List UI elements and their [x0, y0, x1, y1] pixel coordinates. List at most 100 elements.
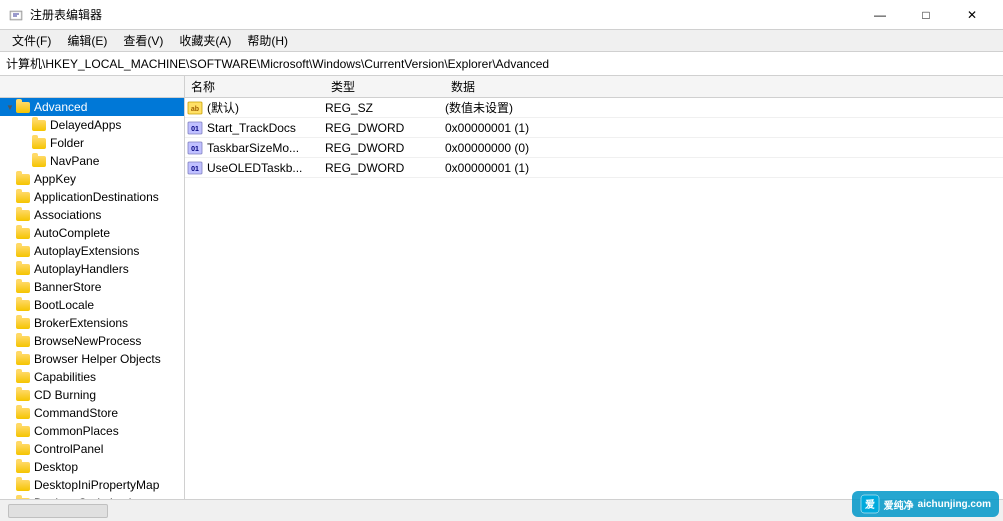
tree-item-browser-helper-objects[interactable]: Browser Helper Objects	[0, 350, 184, 368]
col-data-header: 数据	[445, 76, 1003, 97]
tree-item-advanced[interactable]: ▼ Advanced	[0, 98, 184, 116]
tree-item-browsenewprocess[interactable]: BrowseNewProcess	[0, 332, 184, 350]
registry-data: 0x00000001 (1)	[445, 121, 1003, 135]
tree-item-label: CommandStore	[32, 406, 118, 420]
tree-item-label: CommonPlaces	[32, 424, 119, 438]
menu-item-f[interactable]: 文件(F)	[4, 30, 59, 51]
tree-arrow	[4, 443, 16, 455]
tree-item-label: Folder	[48, 136, 84, 150]
maximize-button[interactable]: □	[903, 0, 949, 30]
tree-item-commonplaces[interactable]: CommonPlaces	[0, 422, 184, 440]
tree-arrow	[4, 317, 16, 329]
sidebar-header	[0, 76, 185, 97]
tree-arrow	[4, 173, 16, 185]
menu-bar: 文件(F)编辑(E)查看(V)收藏夹(A)帮助(H)	[0, 30, 1003, 52]
tree-arrow	[4, 245, 16, 257]
folder-icon	[16, 280, 30, 294]
folder-icon	[32, 118, 46, 132]
svg-text:01: 01	[191, 126, 199, 133]
watermark-subtext: aichunjing.com	[918, 499, 991, 510]
tree-item-autoplayextensions[interactable]: AutoplayExtensions	[0, 242, 184, 260]
close-button[interactable]: ✕	[949, 0, 995, 30]
tree-arrow	[20, 155, 32, 167]
folder-icon	[16, 316, 30, 330]
watermark: 爱 爱纯净 aichunjing.com	[852, 491, 999, 517]
registry-row[interactable]: 01 UseOLEDTaskb...REG_DWORD0x00000001 (1…	[185, 158, 1003, 178]
registry-row[interactable]: 01 TaskbarSizeMo...REG_DWORD0x00000000 (…	[185, 138, 1003, 158]
folder-icon	[16, 478, 30, 492]
tree-item-label: Associations	[32, 208, 101, 222]
tree-item-commandstore[interactable]: CommandStore	[0, 404, 184, 422]
tree-item-label: Browser Helper Objects	[32, 352, 161, 366]
tree-arrow	[4, 479, 16, 491]
tree-item-navpane[interactable]: NavPane	[0, 152, 184, 170]
app-icon	[8, 7, 24, 23]
registry-type: REG_SZ	[325, 101, 445, 115]
tree-arrow	[4, 281, 16, 293]
tree-arrow: ▼	[4, 101, 16, 113]
tree-item-cd-burning[interactable]: CD Burning	[0, 386, 184, 404]
tree-item-controlpanel[interactable]: ControlPanel	[0, 440, 184, 458]
folder-icon	[16, 406, 30, 420]
folder-icon	[16, 334, 30, 348]
tree-item-associations[interactable]: Associations	[0, 206, 184, 224]
tree-item-folder[interactable]: Folder	[0, 134, 184, 152]
folder-icon	[16, 172, 30, 186]
tree-arrow	[4, 407, 16, 419]
menu-item-e[interactable]: 编辑(E)	[59, 30, 115, 51]
tree-arrow	[20, 137, 32, 149]
folder-icon	[16, 298, 30, 312]
tree-item-label: NavPane	[48, 154, 99, 168]
menu-item-h[interactable]: 帮助(H)	[239, 30, 296, 51]
registry-data: 0x00000001 (1)	[445, 161, 1003, 175]
tree-arrow	[4, 389, 16, 401]
folder-icon	[16, 442, 30, 456]
tree-item-desktop[interactable]: Desktop	[0, 458, 184, 476]
status-scrollbar[interactable]	[8, 504, 108, 518]
registry-name: UseOLEDTaskb...	[205, 161, 325, 175]
registry-type: REG_DWORD	[325, 121, 445, 135]
folder-icon	[16, 262, 30, 276]
tree-item-label: BannerStore	[32, 280, 101, 294]
tree-item-label: Advanced	[32, 100, 87, 114]
tree-item-bannerstore[interactable]: BannerStore	[0, 278, 184, 296]
folder-icon	[16, 226, 30, 240]
folder-icon	[32, 136, 46, 150]
tree-item-autocomplete[interactable]: AutoComplete	[0, 224, 184, 242]
registry-row[interactable]: 01 Start_TrackDocsREG_DWORD0x00000001 (1…	[185, 118, 1003, 138]
registry-row[interactable]: ab (默认)REG_SZ(数值未设置)	[185, 98, 1003, 118]
tree-item-autoplayhandlers[interactable]: AutoplayHandlers	[0, 260, 184, 278]
tree-item-label: Capabilities	[32, 370, 96, 384]
tree-item-label: AutoplayExtensions	[32, 244, 139, 258]
tree-item-label: CD Burning	[32, 388, 96, 402]
menu-item-a[interactable]: 收藏夹(A)	[171, 30, 239, 51]
tree-item-applicationdestinations[interactable]: ApplicationDestinations	[0, 188, 184, 206]
registry-name: Start_TrackDocs	[205, 121, 325, 135]
tree-arrow	[4, 263, 16, 275]
reg-dword-icon: 01	[185, 161, 205, 175]
folder-icon	[32, 154, 46, 168]
tree-arrow	[4, 425, 16, 437]
registry-tree: ▼AdvancedDelayedAppsFolderNavPaneAppKeyA…	[0, 98, 185, 499]
tree-item-label: ControlPanel	[32, 442, 103, 456]
tree-arrow	[4, 461, 16, 473]
tree-item-capabilities[interactable]: Capabilities	[0, 368, 184, 386]
registry-type: REG_DWORD	[325, 161, 445, 175]
folder-icon	[16, 100, 30, 114]
folder-icon	[16, 388, 30, 402]
tree-item-appkey[interactable]: AppKey	[0, 170, 184, 188]
reg-sz-icon: ab	[185, 101, 205, 115]
tree-arrow	[4, 299, 16, 311]
menu-item-v[interactable]: 查看(V)	[115, 30, 171, 51]
tree-item-label: BrowseNewProcess	[32, 334, 141, 348]
tree-item-delayedapps[interactable]: DelayedApps	[0, 116, 184, 134]
folder-icon	[16, 460, 30, 474]
tree-item-label: AutoplayHandlers	[32, 262, 129, 276]
minimize-button[interactable]: —	[857, 0, 903, 30]
watermark-icon: 爱	[860, 494, 880, 514]
folder-icon	[16, 208, 30, 222]
tree-item-bootlocale[interactable]: BootLocale	[0, 296, 184, 314]
tree-item-desktopinipropertymap[interactable]: DesktopIniPropertyMap	[0, 476, 184, 494]
tree-item-brokerextensions[interactable]: BrokerExtensions	[0, 314, 184, 332]
tree-arrow	[4, 371, 16, 383]
